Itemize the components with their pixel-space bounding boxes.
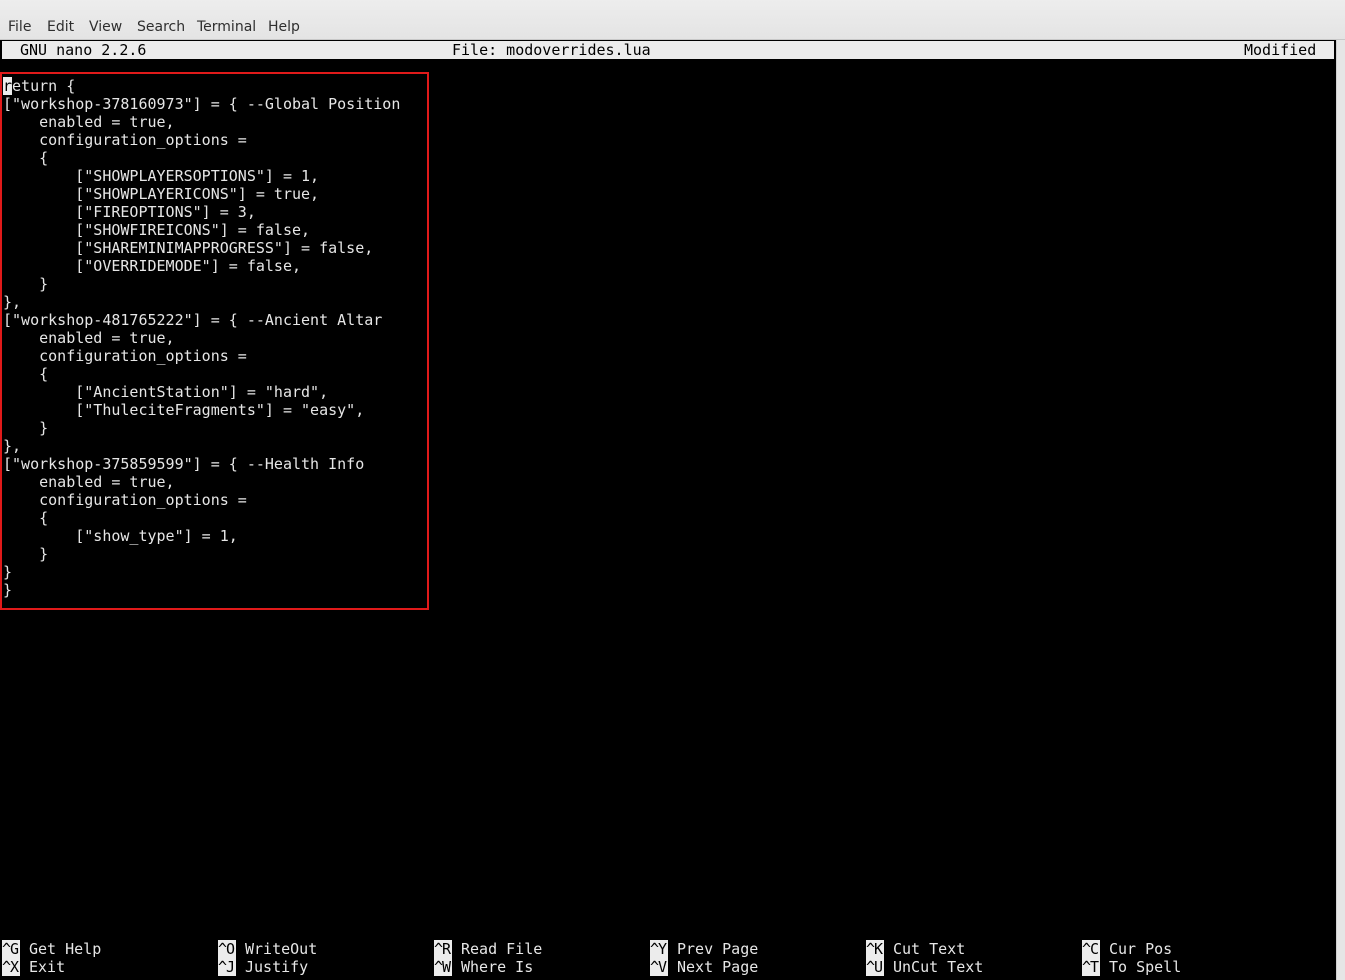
code-line: ["FIREOPTIONS"] = 3,	[3, 203, 256, 221]
shortcut-cur-pos[interactable]: ^C Cur Pos	[1082, 940, 1172, 958]
shortcut-label: UnCut Text	[893, 958, 984, 976]
menu-search[interactable]: Search	[137, 18, 185, 36]
shortcut-label: WriteOut	[245, 940, 318, 958]
shortcut-key: ^G	[2, 940, 20, 958]
shortcut-get-help[interactable]: ^G Get Help	[2, 940, 101, 958]
shortcut-label: Next Page	[677, 958, 759, 976]
code-line: {	[3, 365, 49, 383]
code-line: ["workshop-378160973"] = { --Global Posi…	[3, 95, 401, 113]
terminal-window: File Edit View Search Terminal Help GNU …	[0, 0, 1345, 980]
modified-status: Modified	[1244, 41, 1317, 59]
file-name: File: modoverrides.lua	[452, 41, 651, 59]
shortcut-key: ^X	[2, 958, 20, 976]
shortcut-key: ^W	[434, 958, 452, 976]
shortcut-label: Cur Pos	[1109, 940, 1173, 958]
text-cursor: r	[3, 77, 13, 95]
shortcut-key: ^T	[1082, 958, 1100, 976]
nano-title-bar: GNU nano 2.2.6 File: modoverrides.lua Mo…	[2, 41, 1334, 59]
shortcut-key: ^C	[1082, 940, 1100, 958]
shortcut-uncut-text[interactable]: ^U UnCut Text	[866, 958, 983, 976]
shortcut-cut-text[interactable]: ^K Cut Text	[866, 940, 965, 958]
code-line: enabled = true,	[3, 113, 175, 131]
shortcut-key: ^V	[650, 958, 668, 976]
menu-view[interactable]: View	[89, 18, 122, 36]
shortcut-label: Prev Page	[677, 940, 759, 958]
editor-text[interactable]: return {["workshop-378160973"] = { --Glo…	[3, 77, 400, 599]
code-line: ["SHAREMINIMAPPROGRESS"] = false,	[3, 239, 374, 257]
shortcut-read-file[interactable]: ^R Read File	[434, 940, 542, 958]
code-line: enabled = true,	[3, 473, 175, 491]
menu-file[interactable]: File	[8, 18, 31, 36]
shortcut-label: Where Is	[461, 958, 534, 976]
shortcut-justify[interactable]: ^J Justify	[218, 958, 308, 976]
nano-version: GNU nano 2.2.6	[20, 41, 147, 59]
code-line: configuration_options =	[3, 131, 247, 149]
code-line: ["OVERRIDEMODE"] = false,	[3, 257, 302, 275]
code-line: enabled = true,	[3, 329, 175, 347]
shortcut-key: ^O	[218, 940, 236, 958]
code-line: ["workshop-375859599"] = { --Health Info	[3, 455, 365, 473]
shortcut-key: ^Y	[650, 940, 668, 958]
menu-edit[interactable]: Edit	[47, 18, 74, 36]
shortcut-next-page[interactable]: ^V Next Page	[650, 958, 758, 976]
code-line: return {	[3, 77, 76, 95]
shortcut-key: ^J	[218, 958, 236, 976]
code-line: ["SHOWPLAYERICONS"] = true,	[3, 185, 320, 203]
code-line: ["AncientStation"] = "hard",	[3, 383, 329, 401]
shortcut-writeout[interactable]: ^O WriteOut	[218, 940, 317, 958]
shortcut-label: Cut Text	[893, 940, 966, 958]
menu-terminal[interactable]: Terminal	[197, 18, 256, 36]
code-line: },	[3, 437, 22, 455]
code-line: configuration_options =	[3, 491, 247, 509]
code-line: ["ThuleciteFragments"] = "easy",	[3, 401, 365, 419]
code-line: {	[3, 509, 49, 527]
code-line: }	[3, 563, 13, 581]
shortcut-prev-page[interactable]: ^Y Prev Page	[650, 940, 758, 958]
terminal-area[interactable]: GNU nano 2.2.6 File: modoverrides.lua Mo…	[0, 40, 1336, 980]
menu-bar: File Edit View Search Terminal Help	[0, 0, 1345, 40]
code-line: {	[3, 149, 49, 167]
shortcut-label: Get Help	[29, 940, 102, 958]
code-line: }	[3, 545, 49, 563]
shortcut-key: ^U	[866, 958, 884, 976]
code-line: ["workshop-481765222"] = { --Ancient Alt…	[3, 311, 383, 329]
shortcut-key: ^R	[434, 940, 452, 958]
shortcut-label: Justify	[245, 958, 309, 976]
shortcut-where-is[interactable]: ^W Where Is	[434, 958, 533, 976]
code-line: ["SHOWFIREICONS"] = false,	[3, 221, 311, 239]
code-line: ["show_type"] = 1,	[3, 527, 238, 545]
code-line: }	[3, 275, 49, 293]
code-line: configuration_options =	[3, 347, 247, 365]
code-line: ["SHOWPLAYERSOPTIONS"] = 1,	[3, 167, 320, 185]
code-line: },	[3, 293, 22, 311]
shortcut-exit[interactable]: ^X Exit	[2, 958, 65, 976]
shortcut-to-spell[interactable]: ^T To Spell	[1082, 958, 1181, 976]
terminal-scrollbar[interactable]	[1336, 40, 1345, 980]
code-line: }	[3, 419, 49, 437]
shortcut-bar: ^G Get Help ^O WriteOut ^R Read File ^Y Prev…	[2, 940, 1332, 980]
menu-help[interactable]: Help	[268, 18, 300, 36]
shortcut-label: Read File	[461, 940, 543, 958]
shortcut-label: To Spell	[1109, 958, 1182, 976]
code-line: }	[3, 581, 13, 599]
shortcut-label: Exit	[29, 958, 66, 976]
shortcut-key: ^K	[866, 940, 884, 958]
